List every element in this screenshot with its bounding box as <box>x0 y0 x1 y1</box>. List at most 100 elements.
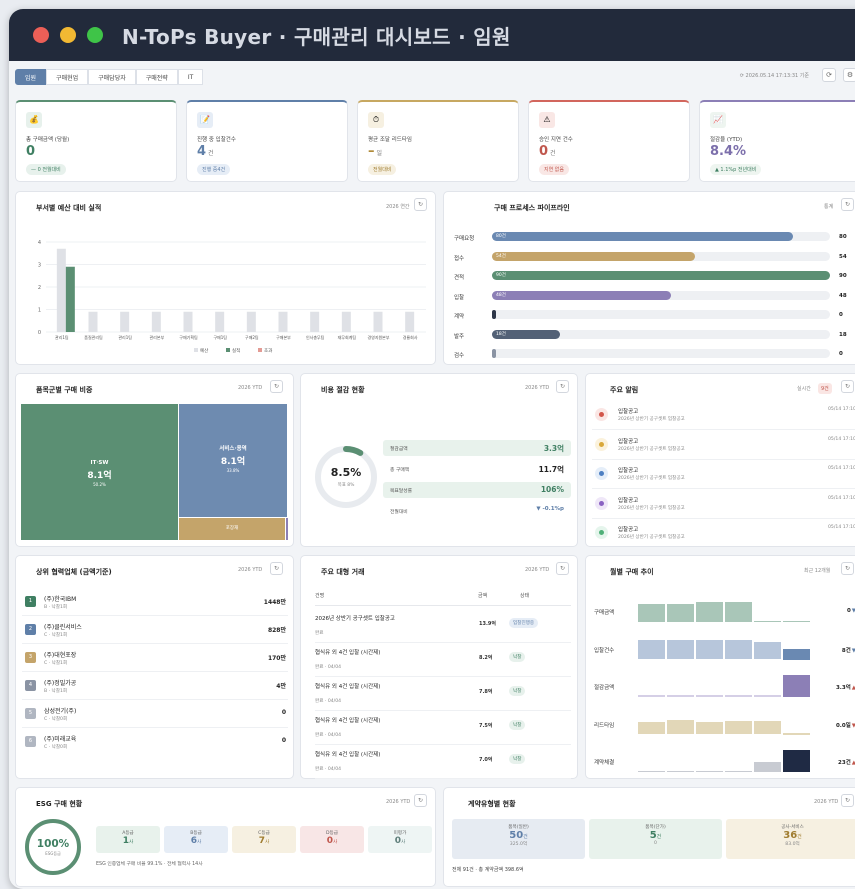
treemap-block-packaging[interactable]: 포장재 <box>179 518 285 540</box>
alert-item[interactable]: 입찰공고 2026년 상반기 공구셋트 입찰공고 05/14 17:10 <box>592 463 855 489</box>
esg-grade[interactable]: D등급 0사 <box>300 826 364 853</box>
budget-bar[interactable] <box>183 311 193 332</box>
trend-bar[interactable] <box>667 639 694 660</box>
close-dot[interactable] <box>33 27 49 43</box>
refresh-icon[interactable]: ↻ <box>841 198 854 211</box>
pipeline-bar[interactable]: 54건 <box>492 251 695 261</box>
refresh-icon[interactable]: ↻ <box>556 562 569 575</box>
supplier-item[interactable]: 1 (주)한국IBM B · 낙찰1회 1448만 <box>22 592 288 616</box>
kpi-card[interactable]: 💰 총 구매금액 (당월) 0 — 0 전월대비 <box>15 100 177 182</box>
refresh-icon[interactable]: ↻ <box>270 380 283 393</box>
trend-bar[interactable] <box>725 602 752 622</box>
budget-bar[interactable] <box>341 311 351 332</box>
budget-bar[interactable] <box>246 311 256 332</box>
trend-bar[interactable] <box>638 722 665 735</box>
trend-bar[interactable] <box>783 733 810 735</box>
tab-procurement-ops[interactable]: 구매현업 <box>46 69 89 85</box>
tab-buyer[interactable]: 구매담당자 <box>88 69 136 85</box>
trend-bar[interactable] <box>783 648 810 660</box>
supplier-item[interactable]: 4 (주)정밀가공 B · 낙찰1회 4만 <box>22 676 288 700</box>
alert-item[interactable]: 입찰공고 2026년 상반기 공구셋트 입찰공고 05/14 17:10 <box>592 522 855 548</box>
maximize-dot[interactable] <box>87 27 103 43</box>
supplier-item[interactable]: 3 (주)대현포장 C · 낙찰1회 170만 <box>22 648 288 672</box>
alert-item[interactable]: 입찰공고 2026년 상반기 공구셋트 입찰공고 05/14 17:10 <box>592 404 855 430</box>
trend-bar[interactable] <box>667 695 694 697</box>
refresh-icon[interactable]: ↻ <box>841 380 854 393</box>
settings-button[interactable]: ⚙ <box>843 68 855 82</box>
tab-it[interactable]: IT <box>177 69 204 85</box>
pipeline-bar[interactable] <box>492 349 496 358</box>
trend-bar[interactable] <box>725 695 752 697</box>
budget-bar[interactable] <box>215 311 225 332</box>
supplier-item[interactable]: 2 (주)클린서비스 C · 낙찰1회 828만 <box>22 620 288 644</box>
trend-bar[interactable] <box>725 721 752 735</box>
alert-item[interactable]: 입찰공고 2026년 상반기 공구셋트 입찰공고 05/14 17:10 <box>592 434 855 460</box>
esg-grade[interactable]: B등급 6사 <box>164 826 228 853</box>
supplier-item[interactable]: 5 삼성전기(주) C · 낙찰0회 0 <box>22 704 288 728</box>
refresh-icon[interactable]: ↻ <box>414 794 427 807</box>
budget-bar[interactable] <box>310 311 320 332</box>
trend-bar[interactable] <box>725 770 752 772</box>
pipeline-bar[interactable] <box>492 310 496 319</box>
budget-bar[interactable] <box>278 311 288 332</box>
trend-bar[interactable] <box>638 639 665 660</box>
pipeline-bar[interactable]: 48건 <box>492 290 672 300</box>
treemap-block-it[interactable]: IT·SW 8.1억 50.2% <box>21 404 178 540</box>
trend-bar[interactable] <box>754 620 781 622</box>
trend-bar[interactable] <box>638 604 665 622</box>
deal-row[interactable]: 협식유 외 4건 입찰 (시간제) 완료 · 04/04 7.0억 낙찰 <box>315 748 571 779</box>
trend-bar[interactable] <box>783 750 810 772</box>
budget-bar[interactable] <box>151 311 161 332</box>
trend-bar[interactable] <box>783 620 810 622</box>
kpi-card[interactable]: 📈 절감율 (YTD) 8.4% ▲ 1.1%p 전년대비 <box>699 100 855 182</box>
budget-bar[interactable] <box>120 311 130 332</box>
trend-bar[interactable] <box>754 762 781 772</box>
trend-bar[interactable] <box>638 770 665 772</box>
refresh-icon[interactable]: ↻ <box>556 380 569 393</box>
trend-bar[interactable] <box>667 720 694 735</box>
trend-bar[interactable] <box>696 602 723 622</box>
refresh-button[interactable]: ⟳ <box>822 68 836 82</box>
contract-type[interactable]: 공사·서비스 36건 83.0억 <box>726 819 855 859</box>
budget-bar[interactable] <box>405 311 415 332</box>
refresh-icon[interactable]: ↻ <box>841 562 854 575</box>
kpi-card[interactable]: 📝 진행 중 입찰건수 4 건 진행 중4건 <box>186 100 348 182</box>
trend-bar[interactable] <box>696 695 723 697</box>
pipeline-bar[interactable]: 80건 <box>492 232 793 241</box>
trend-bar[interactable] <box>696 770 723 772</box>
contract-type[interactable]: 품목(일반) 50건 325.0억 <box>452 819 585 859</box>
contract-type[interactable]: 품목(단가) 5건 0 <box>589 819 722 859</box>
trend-bar[interactable] <box>754 641 781 660</box>
supplier-item[interactable]: 6 (주)미래교육 C · 낙찰0회 0 <box>22 732 288 756</box>
deal-row[interactable]: 협식유 외 4건 입찰 (시간제) 완료 · 04/04 8.2억 낙찰 <box>315 646 571 677</box>
pipeline-bar[interactable]: 18건 <box>492 329 560 339</box>
pipeline-bar[interactable]: 90건 <box>492 271 830 280</box>
trend-bar[interactable] <box>783 675 810 697</box>
trend-bar[interactable] <box>667 770 694 772</box>
kpi-card[interactable]: ⚠ 승인 지연 건수 0 건 지연 없음 <box>528 100 690 182</box>
minimize-dot[interactable] <box>60 27 76 43</box>
trend-bar[interactable] <box>638 695 665 697</box>
budget-bar[interactable] <box>373 311 383 332</box>
treemap-block-other[interactable] <box>286 518 288 540</box>
budget-bar[interactable] <box>56 248 66 332</box>
kpi-card[interactable]: ⏱ 평균 조달 리드타임 – 일 전월대비 <box>357 100 519 182</box>
refresh-icon[interactable]: ↻ <box>270 562 283 575</box>
deal-row[interactable]: 협식유 외 4건 입찰 (시간제) 완료 · 04/04 7.8억 낙찰 <box>315 680 571 711</box>
esg-grade[interactable]: 미평가 0사 <box>368 826 432 853</box>
alert-item[interactable]: 입찰공고 2026년 상반기 공구셋트 입찰공고 05/14 17:10 <box>592 493 855 519</box>
trend-bar[interactable] <box>696 722 723 735</box>
treemap-block-service[interactable]: 서비스·용역 8.1억 33.8% <box>179 404 287 517</box>
trend-bar[interactable] <box>754 695 781 697</box>
esg-grade[interactable]: A등급 1사 <box>96 826 160 853</box>
budget-bar[interactable] <box>88 311 98 332</box>
trend-bar[interactable] <box>667 604 694 622</box>
trend-bar[interactable] <box>725 639 752 660</box>
tab-executive[interactable]: 임원 <box>15 69 47 85</box>
deal-row[interactable]: 협식유 외 4건 입찰 (시간제) 완료 · 04/04 7.5억 낙찰 <box>315 714 571 745</box>
actual-bar[interactable] <box>65 266 75 332</box>
deal-row[interactable]: 2026년 상반기 공구셋트 입찰공고 완료 13.9억 입찰진행중 <box>315 612 571 643</box>
trend-bar[interactable] <box>754 721 781 735</box>
refresh-icon[interactable]: ↻ <box>841 794 854 807</box>
tab-strategy[interactable]: 구매전략 <box>135 69 178 85</box>
